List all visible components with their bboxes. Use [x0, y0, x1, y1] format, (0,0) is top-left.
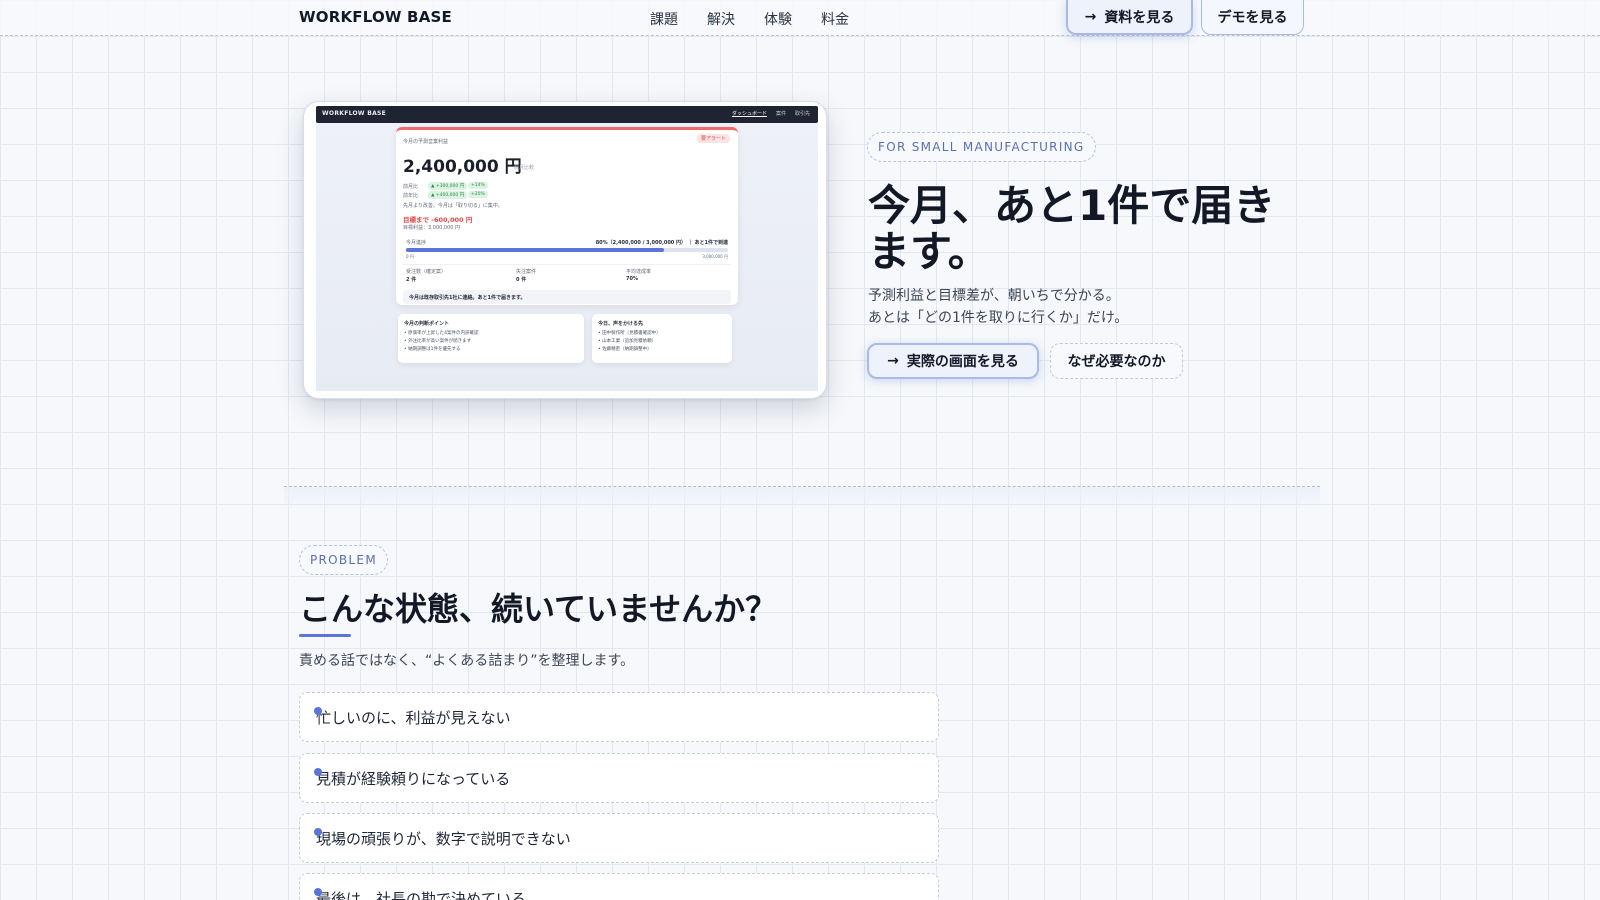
mock-progress-value: 80%（2,400,000 / 3,000,000 円） ｜ あと1件で到達 [595, 240, 728, 246]
see-actual-screen-label: 実際の画面を見る [906, 354, 1019, 370]
mock-amount-note: 前月比較 [514, 165, 535, 171]
view-demo-button[interactable]: デモを見る [1201, 0, 1304, 35]
arrow-right-icon: → [887, 353, 899, 369]
mock-tab-dashboard: ダッシュボード [731, 111, 767, 117]
mock-progress-fill [406, 248, 664, 252]
mock-list-item: • 外注比率が高い案件が続きます [404, 339, 472, 344]
mock-gap-text: 目標まで -600,000 円 [403, 216, 473, 224]
hero-subtitle: 予測利益と目標差が、朝いちで分かる。 あとは「どの1件を取りに行くか」だけ。 [868, 285, 1128, 329]
problem-title: こんな状態、続いていませんか？ [299, 590, 778, 628]
mock-row2-chip2: +20% [468, 191, 488, 198]
problem-item: 見積が経験頼りになっている [299, 753, 939, 803]
section-divider-shadow [284, 487, 1320, 511]
mock-row2-label: 前年比 [403, 193, 419, 199]
top-nav: WORKFLOW BASE 課題 解決 体験 料金 [0, 0, 1600, 36]
problem-item: 最後は、社長の勘で決めている [299, 873, 939, 900]
mock-row1-chip2: +14% [468, 182, 488, 189]
mock-kpi-label: 失注案件 [516, 269, 537, 275]
nav-links: 課題 解決 体験 料金 [650, 9, 878, 29]
mock-progress-max: 3,000,000 円 [702, 254, 728, 259]
nav-link-pricing[interactable]: 料金 [821, 9, 878, 29]
brand-logo[interactable]: WORKFLOW BASE [299, 8, 452, 26]
mock-kpi-row: 受注数（確定案） 2 件 失注案件 0 件 平均達成率 70% [403, 264, 731, 286]
mock-card-label: 今月の予測営業利益 [403, 139, 449, 145]
problem-item-label: 見積が経験頼りになっている [316, 769, 511, 788]
problem-item: 現場の頑張りが、数字で説明できない [299, 813, 939, 863]
view-materials-button[interactable]: → 資料を見る [1066, 0, 1193, 35]
bullet-dot-icon [314, 888, 322, 896]
mock-amount: 2,400,000 円 [403, 157, 522, 177]
bullet-dot-icon [314, 707, 322, 715]
bullet-dot-icon [314, 768, 322, 776]
problem-item-label: 忙しいのに、利益が見えない [316, 708, 511, 727]
mock-target: 目標利益：3,000,000 円 [403, 225, 461, 231]
mock-decision-list: • 原価率が上昇した4案件の内訳確認 • 外注比率が高い案件が続きます • 納期… [404, 330, 478, 354]
arrow-right-icon: → [1084, 8, 1097, 25]
mock-tabs: ダッシュボード 案件 取引先 [732, 110, 810, 117]
mock-contact-list: • 田中製作所（見積書確認中） • 山本工業（追加見積依頼） • 佐藤精密（納期… [598, 330, 661, 354]
mock-comment: 先月より改善。今月は「取り切る」に集中。 [403, 203, 503, 209]
mock-content-area: 今月の予測営業利益 要アラート 2,400,000 円 前月比較 前月比 ▲ +… [316, 123, 818, 391]
mock-contact-title: 今日、声をかける先 [598, 321, 644, 327]
hero-subtitle-line1: 予測利益と目標差が、朝いちで分かる。 [868, 288, 1120, 304]
problem-item-label: 最後は、社長の勘で決めている [316, 889, 527, 900]
mock-note: 今月は既存取引先1社に連絡。あと1件で届きます。 [403, 290, 731, 304]
mock-list-item: • 原価率が上昇した4案件の内訳確認 [404, 331, 479, 336]
mock-list-item: • 山本工業（追加見積依頼） [598, 339, 657, 344]
nav-link-solution[interactable]: 解決 [707, 9, 764, 29]
nav-link-experience[interactable]: 体験 [764, 9, 821, 29]
mock-progress-min: 0 円 [406, 254, 414, 259]
mock-kpi-label: 受注数（確定案） [406, 269, 447, 275]
mock-kpi-label: 平均達成率 [626, 269, 652, 275]
mock-row1-chip1: ▲ +300,000 円 [428, 182, 468, 190]
hero-subtitle-line2: あとは「どの1件を取りに行くか」だけ。 [868, 310, 1129, 326]
view-materials-label: 資料を見る [1104, 9, 1175, 26]
mock-list-item: • 納期調整は1件を優先する [404, 347, 461, 352]
mock-tab-clients: 取引先 [794, 111, 810, 117]
mock-profit-card: 今月の予測営業利益 要アラート 2,400,000 円 前月比較 前月比 ▲ +… [396, 127, 738, 305]
mock-list-item: • 佐藤精密（納期調整中） [598, 347, 652, 352]
see-actual-screen-button[interactable]: → 実際の画面を見る [867, 343, 1039, 379]
hero-eyebrow-pill: FOR SMALL MANUFACTURING [867, 132, 1096, 162]
mock-header-bar: WORKFLOW BASE ダッシュボード 案件 取引先 [316, 106, 818, 123]
mock-alert-badge: 要アラート [696, 134, 730, 143]
mock-list-item: • 田中製作所（見積書確認中） [598, 331, 661, 336]
mock-progress-label: 今月進捗 [406, 240, 427, 246]
mock-row1-label: 前月比 [403, 184, 419, 190]
why-needed-button[interactable]: なぜ必要なのか [1050, 343, 1183, 379]
mock-kpi-value: 0 件 [516, 277, 527, 283]
mock-row2-chip1: ▲ +400,000 円 [428, 191, 468, 199]
mock-decision-card: 今月の判断ポイント • 原価率が上昇した4案件の内訳確認 • 外注比率が高い案件… [398, 314, 584, 363]
mock-tab-deals: 案件 [775, 111, 786, 117]
hero-title: 今月、あと1件で届きます。 [868, 181, 1276, 276]
nav-link-problem[interactable]: 課題 [650, 9, 707, 29]
bullet-dot-icon [314, 828, 322, 836]
mock-kpi-value: 70% [626, 276, 638, 282]
mock-decision-title: 今月の判断ポイント [404, 321, 450, 327]
problem-eyebrow-pill: PROBLEM [299, 545, 388, 575]
problem-item-label: 現場の頑張りが、数字で説明できない [316, 829, 571, 848]
problem-subtitle: 責める話ではなく、“よくある詰まり”を整理します。 [299, 653, 635, 669]
title-underline [299, 634, 351, 637]
mock-kpi-value: 2 件 [406, 277, 417, 283]
mock-brand: WORKFLOW BASE [322, 110, 387, 117]
mock-contact-card: 今日、声をかける先 • 田中製作所（見積書確認中） • 山本工業（追加見積依頼）… [592, 314, 732, 363]
section-divider [284, 486, 1320, 487]
problem-item: 忙しいのに、利益が見えない [299, 692, 939, 742]
mock-progress-bar [406, 248, 728, 252]
dashboard-preview-image: WORKFLOW BASE ダッシュボード 案件 取引先 今月の予測営業利益 要… [303, 101, 827, 399]
